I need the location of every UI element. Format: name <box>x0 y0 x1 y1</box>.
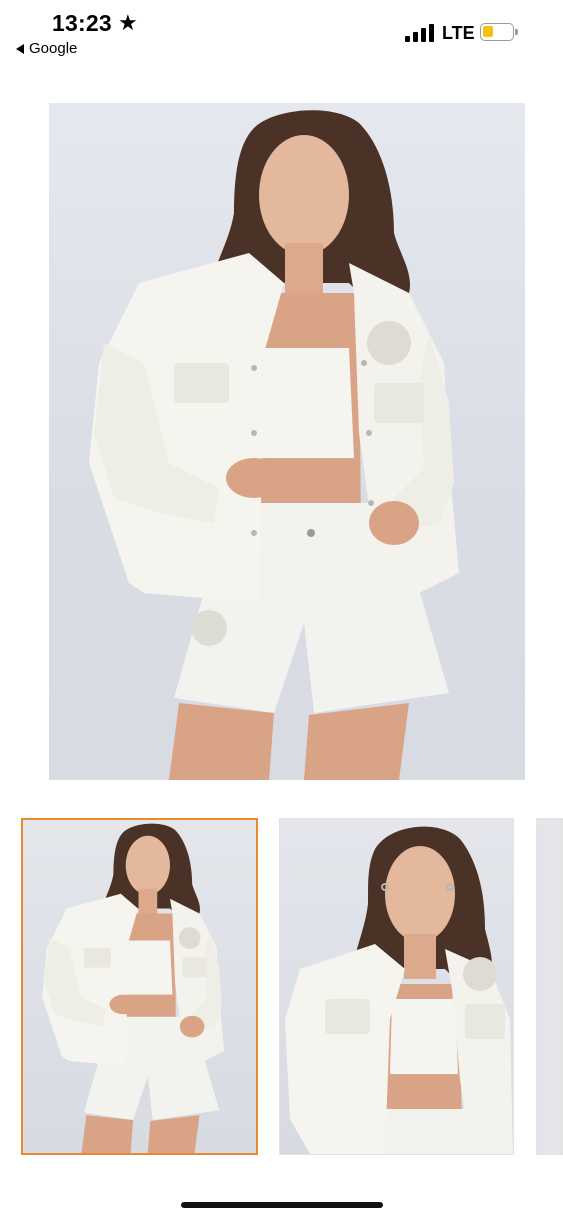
network-type: LTE <box>442 23 475 43</box>
back-arrow-icon <box>16 43 24 54</box>
back-to-google-link[interactable]: Google <box>16 40 77 57</box>
battery-fill <box>483 26 494 37</box>
main-product-image[interactable] <box>49 103 525 780</box>
thumbnail-3[interactable] <box>536 818 563 1155</box>
thumbnail-1[interactable] <box>21 818 258 1155</box>
thumbnail-2[interactable] <box>279 818 514 1155</box>
status-bar: 13:23 ★ Google LTE <box>0 0 563 70</box>
star-icon: ★ <box>118 10 138 35</box>
battery-icon <box>480 23 518 41</box>
back-label: Google <box>29 40 78 57</box>
signal-icon <box>405 24 435 42</box>
home-indicator[interactable] <box>181 1202 383 1208</box>
status-time: 13:23 <box>52 10 112 36</box>
